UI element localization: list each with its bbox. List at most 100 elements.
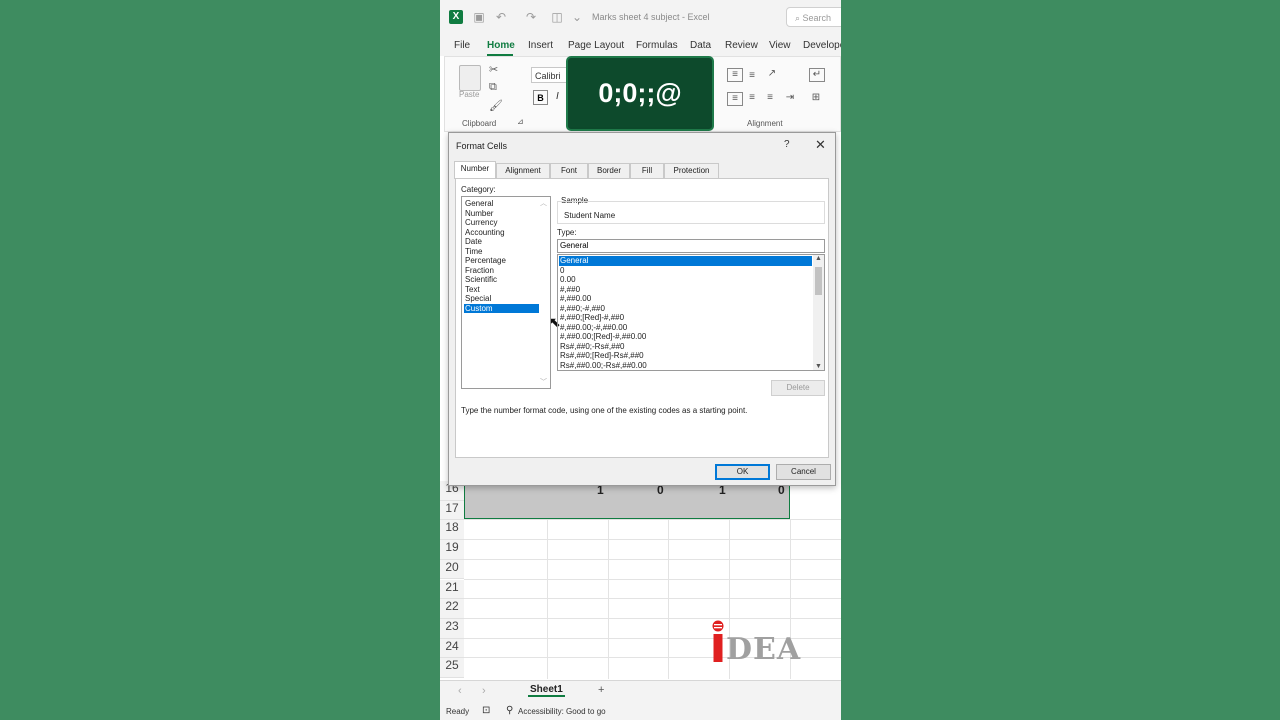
scroll-thumb[interactable] xyxy=(815,267,822,295)
category-item[interactable]: Scientific xyxy=(464,275,539,285)
add-sheet-button[interactable]: + xyxy=(598,684,604,696)
undo-icon[interactable]: ↶ xyxy=(494,10,508,24)
type-item-selected[interactable]: General xyxy=(559,256,812,266)
sheet-tab[interactable]: Sheet1 xyxy=(528,684,565,697)
cut-icon[interactable]: ✂ xyxy=(489,63,498,76)
dialog-title: Format Cells xyxy=(456,141,508,151)
category-item[interactable]: Currency xyxy=(464,218,539,228)
tab-protection[interactable]: Protection xyxy=(664,163,719,178)
align-top-icon[interactable]: ≡ xyxy=(727,68,743,82)
scroll-down-icon[interactable]: ▼ xyxy=(815,363,822,370)
gridline xyxy=(668,519,669,679)
tab-review[interactable]: Review xyxy=(725,40,758,51)
italic-button[interactable]: I xyxy=(556,91,559,102)
wrap-text-icon[interactable]: ↵ xyxy=(809,68,825,82)
type-input[interactable]: General xyxy=(557,239,825,253)
indent-icon[interactable]: ⇥ xyxy=(783,92,797,104)
row-header[interactable]: 24 xyxy=(440,638,464,659)
tab-insert[interactable]: Insert xyxy=(528,40,553,51)
gridline xyxy=(464,618,841,619)
font-name-select[interactable]: Calibri xyxy=(531,67,571,83)
save-icon[interactable]: ▣ xyxy=(472,10,486,24)
macro-record-icon[interactable]: ⊡ xyxy=(482,705,490,716)
prev-sheet-icon[interactable]: ‹ xyxy=(458,685,462,697)
scroll-up-icon[interactable]: ︿ xyxy=(540,198,547,208)
type-item[interactable]: 0 xyxy=(559,266,812,276)
dialog-launcher-icon[interactable]: ⊿ xyxy=(517,117,524,126)
category-list[interactable]: General Number Currency Accounting Date … xyxy=(461,196,551,389)
row-header[interactable]: 21 xyxy=(440,579,464,600)
bold-button[interactable]: B xyxy=(533,90,548,105)
tab-font[interactable]: Font xyxy=(550,163,588,178)
type-item[interactable]: 0.00 xyxy=(559,275,812,285)
scroll-up-icon[interactable]: ▲ xyxy=(815,255,822,262)
delete-button[interactable]: Delete xyxy=(771,380,825,396)
tab-number[interactable]: Number xyxy=(454,161,496,179)
type-item[interactable]: #,##0.00;[Red]-#,##0.00 xyxy=(559,332,812,342)
tab-file[interactable]: File xyxy=(454,40,470,51)
type-item[interactable]: Rs#,##0;[Red]-Rs#,##0 xyxy=(559,351,812,361)
tab-border[interactable]: Border xyxy=(588,163,630,178)
row-header[interactable]: 25 xyxy=(440,658,464,678)
row-header[interactable]: 22 xyxy=(440,599,464,619)
tab-home[interactable]: Home xyxy=(487,40,515,51)
align-middle-icon[interactable]: ≡ xyxy=(745,70,759,82)
search-placeholder: Search xyxy=(802,13,832,23)
category-item-selected[interactable]: Custom xyxy=(464,303,539,313)
type-item[interactable]: #,##0;-#,##0 xyxy=(559,304,812,314)
category-item[interactable]: Percentage xyxy=(464,256,539,266)
category-item[interactable]: Time xyxy=(464,247,539,257)
tab-page-layout[interactable]: Page Layout xyxy=(568,40,624,51)
type-list[interactable]: General 0 0.00 #,##0 #,##0.00 #,##0;-#,#… xyxy=(557,254,825,371)
tab-formulas[interactable]: Formulas xyxy=(636,40,678,51)
cancel-button[interactable]: Cancel xyxy=(776,464,831,480)
paste-icon[interactable] xyxy=(459,65,481,91)
tab-data[interactable]: Data xyxy=(690,40,711,51)
sample-box: Student Name xyxy=(557,201,825,224)
tab-developer[interactable]: Develope xyxy=(803,40,841,51)
status-ready: Ready xyxy=(446,707,470,716)
selected-range[interactable] xyxy=(464,481,790,519)
merge-center-icon[interactable]: ⊞ xyxy=(809,92,823,104)
redo-icon[interactable]: ↷ xyxy=(524,10,538,24)
type-list-scrollbar[interactable]: ▲ ▼ xyxy=(813,255,824,370)
orientation-icon[interactable]: ↗ xyxy=(765,68,779,80)
category-item[interactable]: Fraction xyxy=(464,266,539,276)
type-item[interactable]: #,##0 xyxy=(559,285,812,295)
align-left-icon[interactable]: ≡ xyxy=(727,92,743,106)
row-header[interactable]: 18 xyxy=(440,520,464,541)
accessibility-status[interactable]: Accessibility: Good to go xyxy=(518,707,606,716)
tab-fill[interactable]: Fill xyxy=(630,163,664,178)
category-item[interactable]: Accounting xyxy=(464,228,539,238)
ok-button[interactable]: OK xyxy=(715,464,770,480)
category-item[interactable]: Text xyxy=(464,285,539,295)
type-item[interactable]: Rs#,##0.00;-Rs#,##0.00 xyxy=(559,361,812,371)
type-item[interactable]: #,##0.00;-#,##0.00 xyxy=(559,323,812,333)
accessibility-icon[interactable]: ⚲ xyxy=(506,705,513,716)
tab-view[interactable]: View xyxy=(769,40,791,51)
type-item[interactable]: #,##0.00 xyxy=(559,294,812,304)
next-sheet-icon[interactable]: › xyxy=(482,685,486,697)
row-header[interactable]: 20 xyxy=(440,559,464,580)
camera-icon[interactable]: ◫ xyxy=(550,10,564,24)
gridline xyxy=(464,519,841,520)
type-item[interactable]: Rs#,##0;-Rs#,##0 xyxy=(559,342,812,352)
close-icon[interactable]: ✕ xyxy=(815,137,826,153)
align-right-icon[interactable]: ≡ xyxy=(763,92,777,104)
format-painter-icon[interactable]: 🖌 xyxy=(489,99,503,112)
search-input[interactable]: ⌕ Search xyxy=(786,7,841,27)
customize-icon[interactable]: ⌄ xyxy=(570,10,584,24)
row-header[interactable]: 17 xyxy=(440,500,464,521)
help-button[interactable]: ? xyxy=(784,139,790,150)
row-header[interactable]: 23 xyxy=(440,618,464,639)
category-item[interactable]: Date xyxy=(464,237,539,247)
copy-icon[interactable]: ⧉ xyxy=(489,81,497,94)
category-item[interactable]: General xyxy=(464,199,539,209)
scroll-down-icon[interactable]: ﹀ xyxy=(540,377,547,387)
type-item[interactable]: #,##0;[Red]-#,##0 xyxy=(559,313,812,323)
tab-alignment[interactable]: Alignment xyxy=(496,163,550,178)
category-item[interactable]: Number xyxy=(464,209,539,219)
row-header[interactable]: 19 xyxy=(440,540,464,560)
align-center-icon[interactable]: ≡ xyxy=(745,92,759,104)
category-item[interactable]: Special xyxy=(464,294,539,304)
